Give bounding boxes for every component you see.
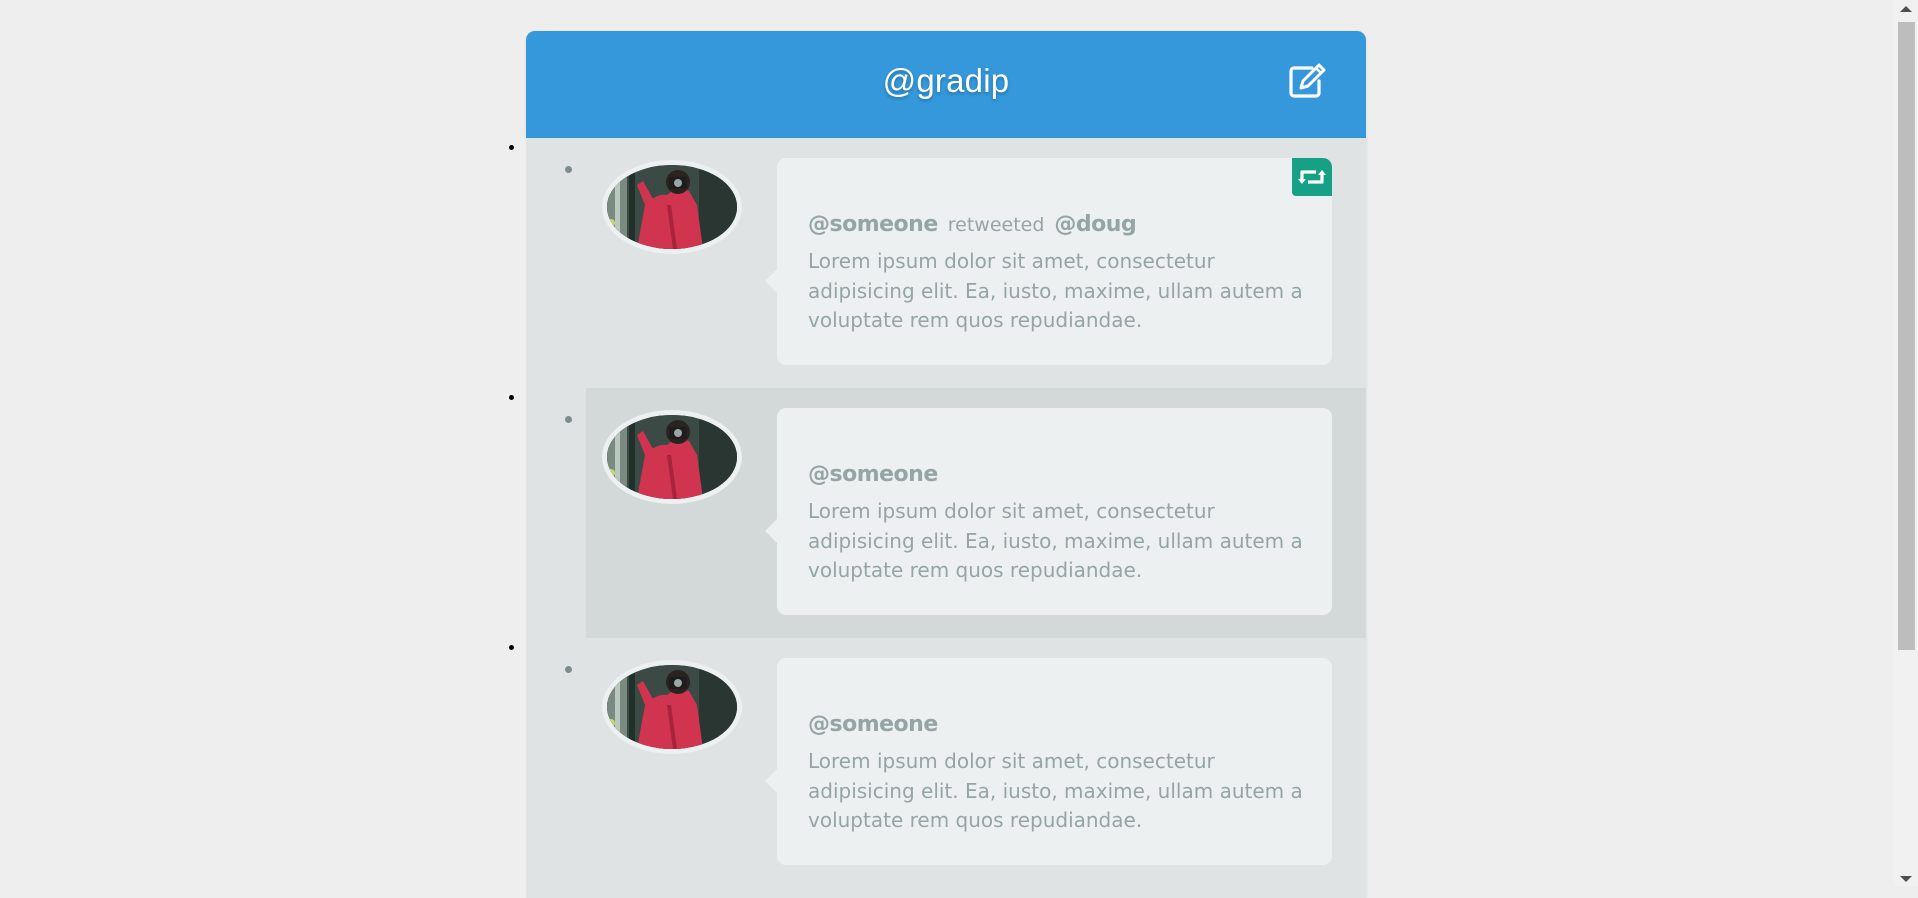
scrollbar-thumb[interactable]	[1898, 22, 1915, 650]
tweet-item: @someone Lorem ipsum dolor sit amet, con…	[526, 638, 1366, 888]
tweet-author[interactable]: @someone	[808, 462, 938, 487]
tweet-text: Lorem ipsum dolor sit amet, consectetur …	[808, 499, 1303, 582]
retweeted-author[interactable]: @doug	[1054, 212, 1136, 237]
app-container: @gradip • @someone retweeted @doug Lorem…	[526, 31, 1366, 898]
tweet-card[interactable]: @someone retweeted @doug Lorem ipsum dol…	[765, 158, 1332, 365]
tweet-text: Lorem ipsum dolor sit amet, consectetur …	[808, 749, 1303, 832]
tweet-header: @someone	[808, 462, 938, 487]
tweet-card[interactable]: @someone Lorem ipsum dolor sit amet, con…	[765, 408, 1332, 615]
tweet-author[interactable]: @someone	[808, 712, 938, 737]
retweet-badge[interactable]	[1292, 158, 1332, 196]
list-bullet	[565, 666, 572, 673]
list-bullet	[565, 166, 572, 173]
avatar[interactable]	[602, 410, 742, 504]
retweet-icon	[1298, 170, 1326, 184]
avatar-photo	[607, 665, 737, 749]
avatar-photo	[607, 165, 737, 249]
compose-edit-icon	[1289, 63, 1326, 98]
tweet-text: Lorem ipsum dolor sit amet, consectetur …	[808, 249, 1303, 332]
page-scrollbar[interactable]	[1894, 0, 1918, 886]
compose-button[interactable]	[1288, 63, 1326, 99]
scroll-down-arrow-icon[interactable]	[1900, 876, 1912, 882]
list-bullet	[565, 416, 572, 423]
page-title: @gradip	[882, 62, 1010, 99]
tweet-card[interactable]: @someone Lorem ipsum dolor sit amet, con…	[765, 658, 1332, 865]
scroll-up-arrow-icon[interactable]	[1900, 6, 1912, 12]
retweeted-label: retweeted	[947, 214, 1045, 236]
tweet-item: @someone retweeted @doug Lorem ipsum dol…	[526, 138, 1366, 388]
tweet-header: @someone retweeted @doug	[808, 212, 1137, 237]
avatar[interactable]	[602, 160, 742, 254]
tweet-author[interactable]: @someone	[808, 212, 938, 237]
tweet-header: @someone	[808, 712, 938, 737]
tweet-timeline: @someone retweeted @doug Lorem ipsum dol…	[526, 138, 1366, 898]
avatar-photo	[607, 415, 737, 499]
app-header: @gradip	[526, 31, 1366, 138]
tweet-item: @someone Lorem ipsum dolor sit amet, con…	[526, 388, 1366, 638]
avatar[interactable]	[602, 660, 742, 754]
